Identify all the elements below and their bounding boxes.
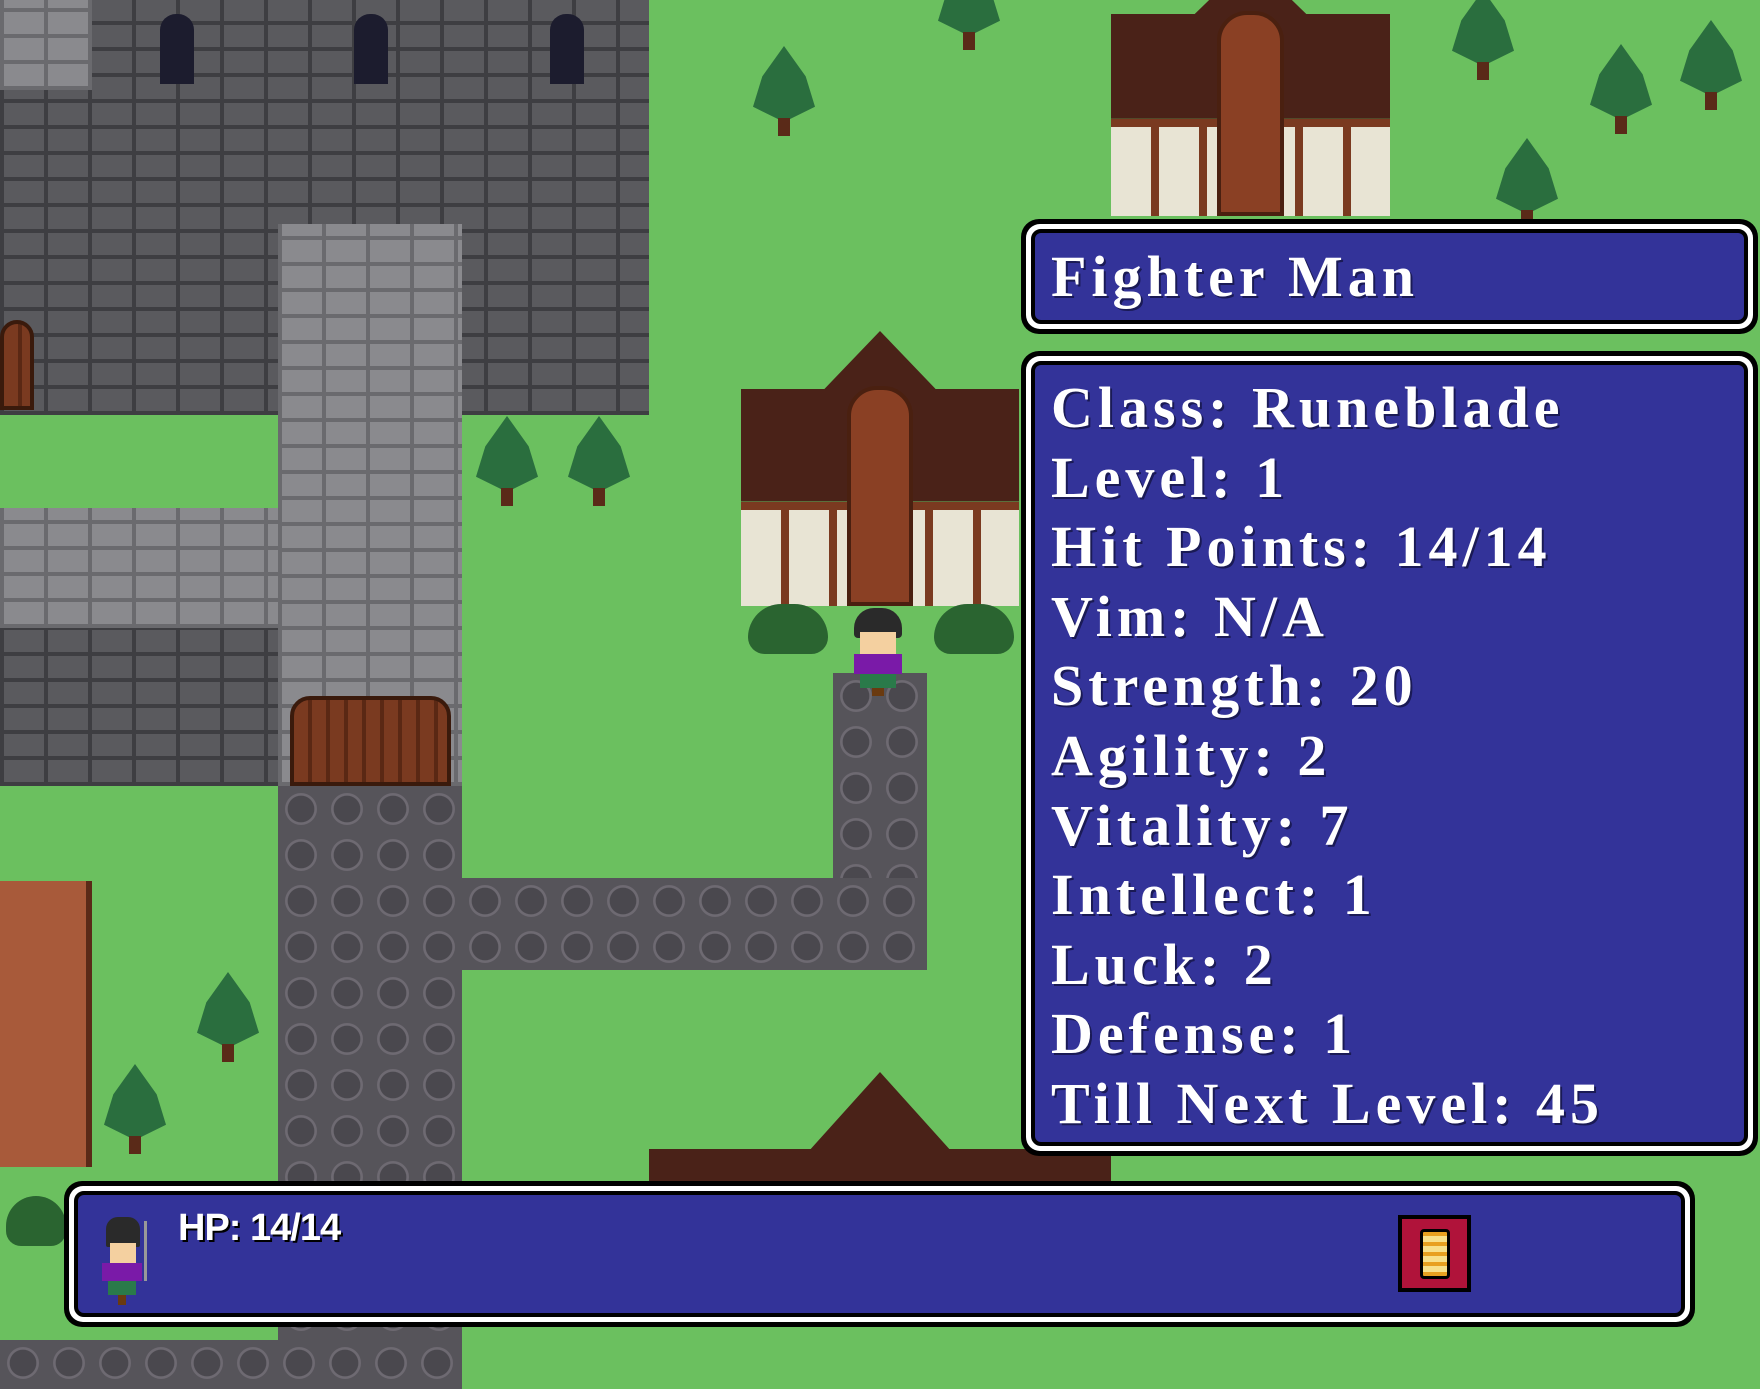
character-stats-panel: Class: Runeblade Level: 1 Hit Points: 14… (1021, 351, 1758, 1156)
tree (938, 0, 1000, 50)
house (1111, 0, 1390, 216)
player-character[interactable] (840, 608, 916, 696)
house (741, 331, 1019, 606)
tree (568, 416, 630, 506)
character-name: Fighter Man (1051, 244, 1420, 309)
bush (6, 1196, 66, 1246)
stat-strength: Strength: 20 (1051, 653, 1418, 719)
stat-vitality: Vitality: 7 (1051, 792, 1354, 858)
bush (748, 604, 828, 654)
castle-wall-lower (0, 628, 278, 786)
stat-vim: Vim: N/A (1051, 583, 1329, 649)
tree (753, 46, 815, 136)
tree (476, 416, 538, 506)
party-status-bar: HP: 14/14 (64, 1181, 1695, 1327)
tree (104, 1064, 166, 1154)
scroll-icon[interactable] (1398, 1215, 1471, 1292)
castle-window (354, 14, 388, 84)
stat-till-next-level: Till Next Level: 45 (1051, 1070, 1605, 1136)
stat-class: Class: Runeblade (1051, 375, 1565, 440)
cobble-path (462, 878, 927, 970)
castle-side-door (0, 320, 34, 410)
castle-window (550, 14, 584, 84)
tree (197, 972, 259, 1062)
stat-defense: Defense: 1 (1051, 1001, 1358, 1067)
stat-luck: Luck: 2 (1051, 931, 1278, 997)
party-member-portrait[interactable] (96, 1217, 168, 1305)
tree (1496, 138, 1558, 228)
bush (934, 604, 1014, 654)
castle-window (160, 14, 194, 84)
character-name-panel: Fighter Man (1021, 219, 1758, 334)
castle-wall-lower (0, 508, 278, 628)
castle-gate[interactable] (290, 696, 451, 786)
party-member-hp: HP: 14/14 (178, 1207, 341, 1249)
stat-level: Level: 1 (1051, 444, 1290, 510)
stat-hit-points: Hit Points: 14/14 (1051, 514, 1552, 580)
cobble-path (833, 673, 927, 878)
stat-intellect: Intellect: 1 (1051, 862, 1377, 928)
cobble-path (0, 1340, 462, 1389)
tree (1452, 0, 1514, 80)
castle-wall-light (0, 0, 92, 90)
house-left (0, 881, 92, 1167)
tree (1590, 44, 1652, 134)
stat-agility: Agility: 2 (1051, 722, 1332, 788)
tree (1680, 20, 1742, 110)
